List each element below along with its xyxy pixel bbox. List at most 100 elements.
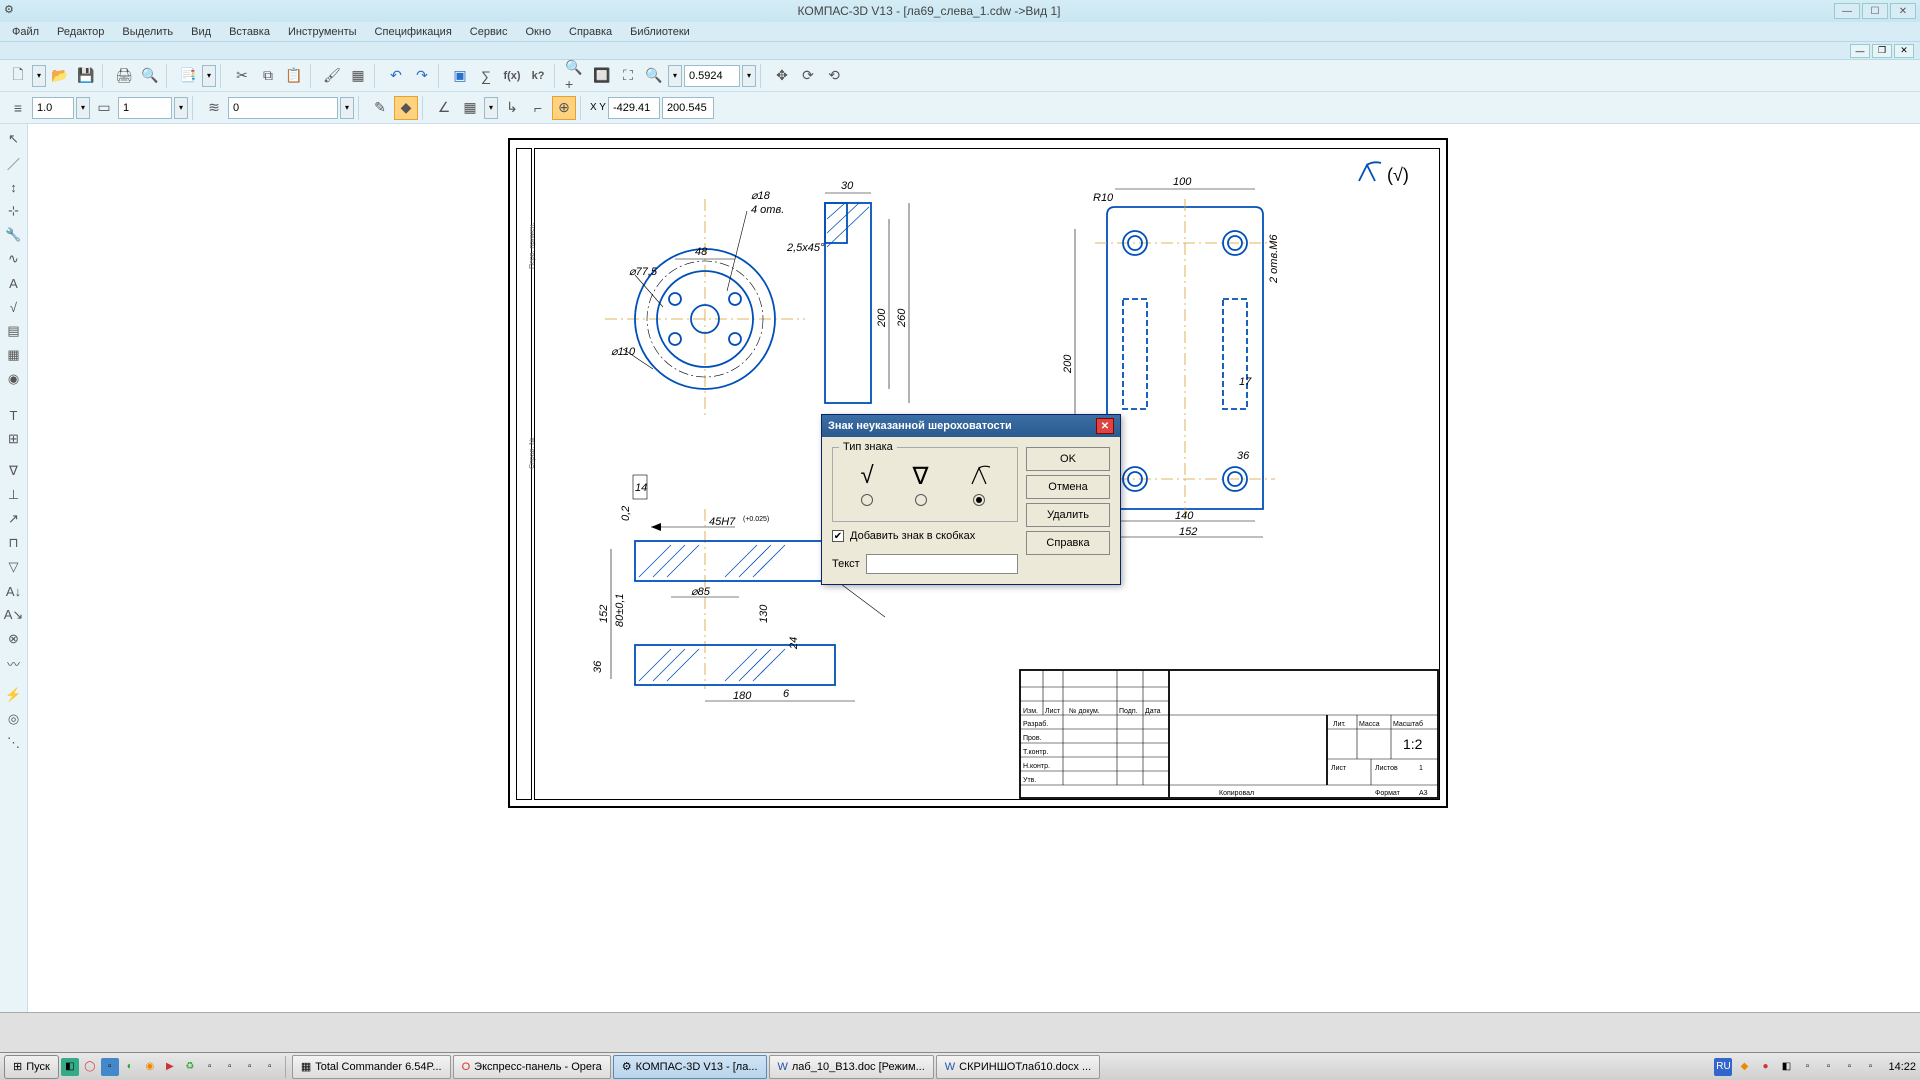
tool-target-icon[interactable]: ◎	[3, 708, 25, 730]
sign-option-3[interactable]	[968, 462, 990, 509]
lineweight-icon[interactable]: ≡	[6, 96, 30, 120]
rotate-icon[interactable]: ⟳	[796, 64, 820, 88]
ql-9[interactable]: ▫	[221, 1058, 239, 1076]
menu-insert[interactable]: Вставка	[221, 24, 278, 40]
new-icon[interactable]: 🗋	[6, 64, 30, 88]
maximize-button[interactable]: ☐	[1862, 3, 1888, 19]
print-icon[interactable]: 🖨	[112, 64, 136, 88]
tray-5[interactable]: ▫	[1819, 1058, 1837, 1076]
mdi-close[interactable]: ✕	[1894, 44, 1914, 58]
preview-icon[interactable]: 🔍	[138, 64, 162, 88]
sign2-radio[interactable]	[915, 494, 927, 506]
edit-icon[interactable]: ✎	[368, 96, 392, 120]
properties-icon[interactable]: ▦	[346, 64, 370, 88]
fx-icon[interactable]: f(x)	[500, 64, 524, 88]
ql-10[interactable]: ▫	[241, 1058, 259, 1076]
tool-axis-icon[interactable]: ⊹	[3, 200, 25, 222]
layer-icon[interactable]: ≋	[202, 96, 226, 120]
help-button[interactable]: Справка	[1026, 531, 1110, 555]
tool-base-icon[interactable]: ⊥	[3, 484, 25, 506]
angle-icon[interactable]: ∠	[432, 96, 456, 120]
lcs-icon[interactable]: ↳	[500, 96, 524, 120]
menu-view[interactable]: Вид	[183, 24, 219, 40]
task-kompas[interactable]: ⚙КОМПАС-3D V13 - [ла...	[613, 1055, 767, 1079]
close-button[interactable]: ✕	[1890, 3, 1916, 19]
ql-6[interactable]: ▶	[161, 1058, 179, 1076]
spec-drop[interactable]: ▾	[202, 65, 216, 87]
menu-edit[interactable]: Редактор	[49, 24, 112, 40]
tool-arrow2-icon[interactable]: A↘	[3, 604, 25, 626]
task-opera[interactable]: OЭкспресс-панель - Opera	[453, 1055, 611, 1079]
zoom-fit-icon[interactable]: ⛶	[616, 64, 640, 88]
snap-icon[interactable]: ⊕	[552, 96, 576, 120]
whats-this-icon[interactable]: k?	[526, 64, 550, 88]
menu-spec[interactable]: Спецификация	[367, 24, 460, 40]
tool-line-icon[interactable]: ／	[3, 152, 25, 174]
coord-x[interactable]	[608, 97, 660, 119]
dialog-close-button[interactable]: ✕	[1096, 418, 1114, 434]
ql-7[interactable]: ♻	[181, 1058, 199, 1076]
manager-icon[interactable]: ▣	[448, 64, 472, 88]
tray-7[interactable]: ▫	[1861, 1058, 1879, 1076]
cancel-button[interactable]: Отмена	[1026, 475, 1110, 499]
lw-drop[interactable]: ▾	[76, 97, 90, 119]
menu-libraries[interactable]: Библиотеки	[622, 24, 698, 40]
tool-arrow-icon[interactable]: A↓	[3, 580, 25, 602]
tool-center-icon[interactable]: ⊗	[3, 628, 25, 650]
zoom-input[interactable]	[684, 65, 740, 87]
cut-icon[interactable]: ✂	[230, 64, 254, 88]
drawing-canvas[interactable]: Перв. примен. Справ. № (√)	[28, 124, 1920, 1012]
tray-1[interactable]: ◆	[1735, 1058, 1753, 1076]
ql-2[interactable]: ◯	[81, 1058, 99, 1076]
menu-service[interactable]: Сервис	[462, 24, 516, 40]
tool-leader-icon[interactable]: ↗	[3, 508, 25, 530]
tool-tol-icon[interactable]: ⊓	[3, 532, 25, 554]
ortho-icon[interactable]: ⌐	[526, 96, 550, 120]
zoom-in-icon[interactable]: 🔍+	[564, 64, 588, 88]
sign1-radio[interactable]	[861, 494, 873, 506]
new-drop[interactable]: ▾	[32, 65, 46, 87]
ql-8[interactable]: ▫	[201, 1058, 219, 1076]
zoom-window-icon[interactable]: 🔲	[590, 64, 614, 88]
redraw-icon[interactable]: ⟲	[822, 64, 846, 88]
undo-icon[interactable]: ↶	[384, 64, 408, 88]
tool-lightning-icon[interactable]: ⚡	[3, 684, 25, 706]
tool-curve-icon[interactable]: ∿	[3, 248, 25, 270]
tool-select-icon[interactable]: ↖	[3, 128, 25, 150]
ql-11[interactable]: ▫	[261, 1058, 279, 1076]
tool-circle-icon[interactable]: ◉	[3, 368, 25, 390]
task-word1[interactable]: Wлаб_10_В13.doc [Режим...	[769, 1055, 934, 1079]
style-drop[interactable]: ▾	[174, 97, 188, 119]
minimize-button[interactable]: —	[1834, 3, 1860, 19]
tool-wave-icon[interactable]: 〰	[3, 652, 25, 674]
sign3-radio[interactable]	[973, 494, 985, 506]
spec-icon[interactable]: 📑	[176, 64, 200, 88]
copy-icon[interactable]: ⧉	[256, 64, 280, 88]
save-icon[interactable]: 💾	[74, 64, 98, 88]
tool-table-icon[interactable]: ▤	[3, 320, 25, 342]
ql-4[interactable]: ◐	[121, 1058, 139, 1076]
menu-tools[interactable]: Инструменты	[280, 24, 365, 40]
start-button[interactable]: ⊞ Пуск	[4, 1055, 59, 1079]
style-input[interactable]	[118, 97, 172, 119]
zoom-drop[interactable]: ▾	[742, 65, 756, 87]
task-tc[interactable]: ▦Total Commander 6.54P...	[292, 1055, 451, 1079]
lang-indicator[interactable]: RU	[1714, 1058, 1732, 1076]
ql-1[interactable]: ◧	[61, 1058, 79, 1076]
brackets-checkbox[interactable]: ✔	[832, 530, 844, 542]
tool-text-icon[interactable]: T	[3, 404, 25, 426]
delete-button[interactable]: Удалить	[1026, 503, 1110, 527]
text-input[interactable]	[866, 554, 1018, 574]
tool-rough2-icon[interactable]: ∇	[3, 460, 25, 482]
layer-input[interactable]	[228, 97, 338, 119]
ql-5[interactable]: ◉	[141, 1058, 159, 1076]
tray-6[interactable]: ▫	[1840, 1058, 1858, 1076]
tool-wrench-icon[interactable]: 🔧	[3, 224, 25, 246]
tool-mark-icon[interactable]: ▽	[3, 556, 25, 578]
tray-2[interactable]: ●	[1756, 1058, 1774, 1076]
fill-icon[interactable]: ◆	[394, 96, 418, 120]
ok-button[interactable]: OK	[1026, 447, 1110, 471]
ql-3[interactable]: ▫	[101, 1058, 119, 1076]
layer-drop[interactable]: ▾	[340, 97, 354, 119]
redo-icon[interactable]: ↷	[410, 64, 434, 88]
